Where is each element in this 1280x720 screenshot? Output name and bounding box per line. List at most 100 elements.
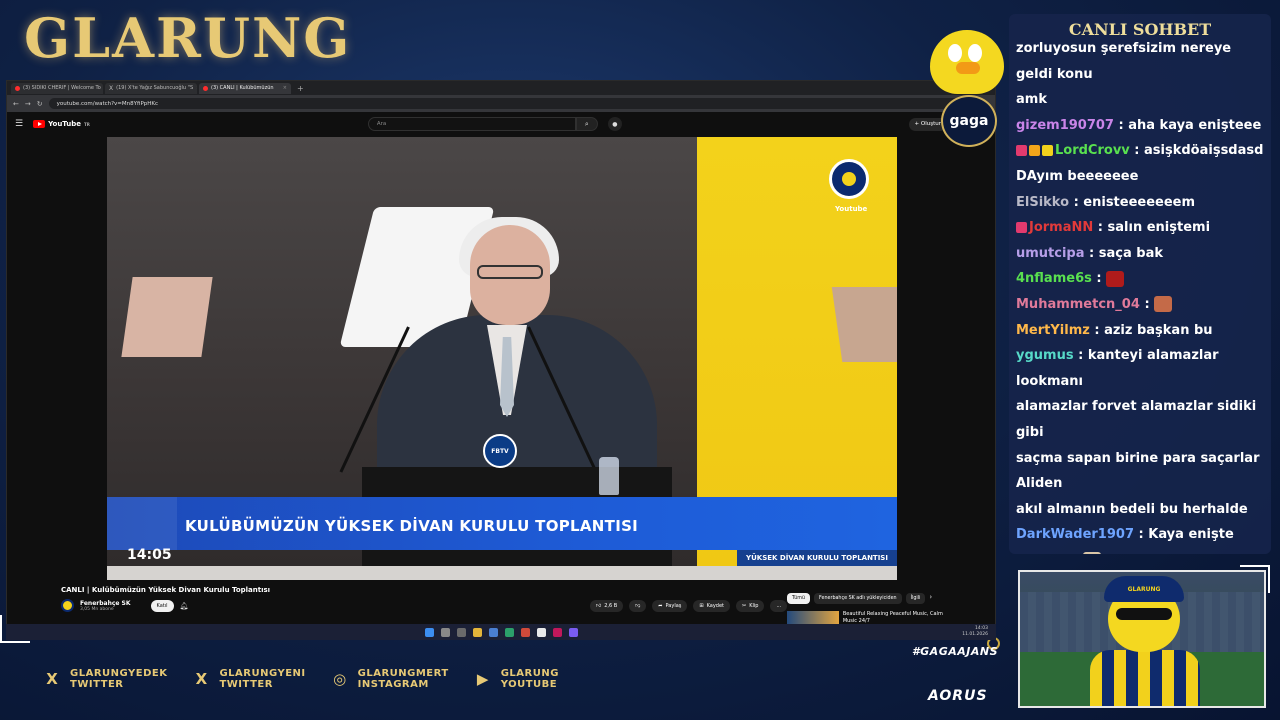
like-button[interactable]: 👍︎ 2,6 B: [590, 600, 624, 612]
youtube-icon: ▶: [476, 670, 489, 688]
chat-username[interactable]: ElSikko: [1016, 195, 1069, 210]
tab-label: (19) X'te Yağız Sabuncuoğlu "S: [116, 85, 194, 91]
youtube-region: TR: [84, 121, 90, 127]
channel-row: Fenerbahçe SK 3,05 Mn abone Katıl 🔔︎: [61, 599, 188, 612]
x-icon: X: [195, 670, 208, 688]
search-input[interactable]: Ara: [367, 117, 576, 131]
chat-message: umutcipa : saça bak: [1016, 241, 1268, 267]
chat-emote-icon: [1083, 552, 1102, 554]
chat-username[interactable]: JormaNN: [1029, 220, 1093, 235]
brand-title: GLARUNG: [24, 6, 352, 70]
menu-icon[interactable]: ☰: [15, 119, 23, 129]
chat-username[interactable]: DarkWader1907: [1016, 527, 1134, 542]
social-platform: TWITTER: [70, 679, 124, 690]
dislike-icon: 👎︎: [635, 603, 641, 609]
chip-related[interactable]: İlgili: [905, 593, 926, 604]
search-icon[interactable]: [440, 627, 450, 637]
chat-message: DarkWader1907 : Kaya enişte: [1016, 522, 1268, 548]
app-icon[interactable]: [520, 627, 530, 637]
social-twitter-yeni[interactable]: X GLARUNGYENI TWITTER: [191, 668, 305, 690]
chat-message: alamazlar forvet alamazlar sidiki gibi: [1016, 394, 1268, 445]
windows-start-icon[interactable]: [424, 627, 434, 637]
mascot-jersey: [1090, 650, 1200, 706]
share-button[interactable]: ➦ Paylaş: [652, 600, 688, 612]
app-icon[interactable]: [568, 627, 578, 637]
taskbar-date: 11.01.2026: [962, 632, 988, 637]
save-label: Kaydet: [706, 603, 725, 609]
social-handle: GLARUNG: [500, 668, 559, 679]
channel-name[interactable]: Fenerbahçe SK: [80, 600, 131, 607]
save-button[interactable]: ⊞ Kaydet: [693, 600, 731, 612]
chevron-right-icon[interactable]: ›: [929, 593, 932, 604]
close-icon[interactable]: ×: [196, 85, 197, 91]
chat-message: saçma sapan birine para saçarlar Aliden: [1016, 446, 1268, 497]
youtube-logo[interactable]: YouTube TR: [33, 120, 90, 128]
webcam-frame: GLARUNG: [1018, 570, 1266, 708]
youtube-header: ☰ YouTube TR Ara ⌕ ● + Oluştur: [7, 112, 995, 136]
bird-eye: [968, 44, 982, 62]
chrome-icon[interactable]: [536, 627, 546, 637]
social-twitter-yedek[interactable]: X GLARUNGYEDEK TWITTER: [42, 668, 167, 690]
more-actions-button[interactable]: ...: [770, 600, 788, 612]
dislike-button[interactable]: 👎︎: [629, 600, 647, 612]
social-youtube[interactable]: ▶ GLARUNG YOUTUBE: [473, 668, 559, 690]
chat-username[interactable]: Muhammetcn_04: [1016, 297, 1140, 312]
chat-username[interactable]: x_Lewa: [1016, 553, 1069, 554]
microphone-icon[interactable]: ●: [607, 117, 622, 131]
taskview-icon[interactable]: [456, 627, 466, 637]
social-links: X GLARUNGYEDEK TWITTER X GLARUNGYENI TWITT…: [42, 668, 559, 690]
save-icon: ⊞: [699, 603, 704, 609]
browser-tab-active[interactable]: (3) CANLI | Kulübümüzün ×: [199, 82, 291, 94]
share-icon: ➦: [658, 603, 663, 609]
youtube-play-icon: [33, 120, 46, 128]
video-player[interactable]: FBTV Youtube KULÜBÜMÜZÜN YÜKSEK DİVAN KU…: [107, 137, 897, 580]
chat-username[interactable]: gizem190707: [1016, 118, 1114, 133]
edge-icon[interactable]: [504, 627, 514, 637]
new-tab-button[interactable]: +: [293, 84, 308, 93]
live-chat-panel: CANLI SOHBET zorluyosun şerefsizim nerey…: [1009, 14, 1271, 554]
chat-username[interactable]: 4nflame6s: [1016, 271, 1092, 286]
chat-text: : salın eniştemi: [1097, 220, 1211, 236]
search-icon[interactable]: ⌕: [575, 117, 598, 131]
chat-text: : asişkdöaişsdasd: [1134, 143, 1264, 159]
back-icon[interactable]: ←: [13, 100, 19, 108]
mascot-cap: GLARUNG: [1104, 576, 1184, 602]
chat-message: amk: [1016, 87, 1268, 113]
chat-emote-icon: [1106, 270, 1125, 287]
join-button[interactable]: Katıl: [150, 599, 174, 612]
clip-button[interactable]: ✂ Klip: [736, 600, 765, 612]
store-icon[interactable]: [488, 627, 498, 637]
chat-username[interactable]: ygumus: [1016, 348, 1074, 363]
taskbar-clock[interactable]: 14:03 11.01.2026: [962, 626, 988, 638]
chat-username[interactable]: umutcipa: [1016, 246, 1085, 261]
chat-username[interactable]: MertYilmz: [1016, 323, 1090, 338]
chat-text: : enisteeeeeeem: [1073, 194, 1196, 210]
file-explorer-icon[interactable]: [472, 627, 482, 637]
chat-text: : saça bak: [1089, 245, 1164, 261]
url-field[interactable]: youtube.com/watch?v=Mn8YfiPpHKc: [48, 98, 977, 109]
chip-all[interactable]: Tümü: [787, 593, 811, 604]
youtube-favicon-icon: [203, 85, 208, 91]
chip-from-uploader[interactable]: Fenerbahçe SK adlı yükleyiciden: [814, 593, 902, 604]
backdrop-panel-left: [121, 277, 213, 357]
channel-avatar[interactable]: [61, 599, 74, 612]
recommendation-chips: Tümü Fenerbahçe SK adlı yükleyiciden İlg…: [787, 593, 932, 604]
mascot-bird-image: [930, 30, 1004, 94]
chat-text: zorluyosun şerefsizim nereye geldi konu: [1016, 41, 1232, 82]
notification-bell-icon[interactable]: 🔔︎: [180, 602, 189, 610]
chat-message: ElSikko : enisteeeeeeem: [1016, 190, 1268, 216]
close-icon[interactable]: ×: [283, 85, 287, 91]
app-icon[interactable]: [552, 627, 562, 637]
forward-icon[interactable]: →: [25, 100, 31, 108]
lower-third-title: KULÜBÜMÜZÜN YÜKSEK DİVAN KURULU TOPLANTI…: [185, 517, 639, 535]
reload-icon[interactable]: ↻: [37, 100, 43, 108]
broadcast-clock: 14:05: [127, 547, 172, 563]
browser-tab[interactable]: X(19) X'te Yağız Sabuncuoğlu "S×: [105, 82, 197, 94]
social-platform: YOUTUBE: [500, 679, 558, 690]
browser-window: (3) SIDIKI CHERIF | Welcome To× X(19) X'…: [6, 80, 1000, 650]
social-instagram[interactable]: ◎ GLARUNGMERT INSTAGRAM: [330, 668, 449, 690]
channel-subscribers: 3,05 Mn abone: [80, 606, 114, 612]
chat-username[interactable]: LordCrovv: [1055, 143, 1130, 158]
chat-text: saçma sapan birine para saçarlar Aliden: [1016, 450, 1260, 492]
browser-tab[interactable]: (3) SIDIKI CHERIF | Welcome To×: [11, 82, 103, 94]
